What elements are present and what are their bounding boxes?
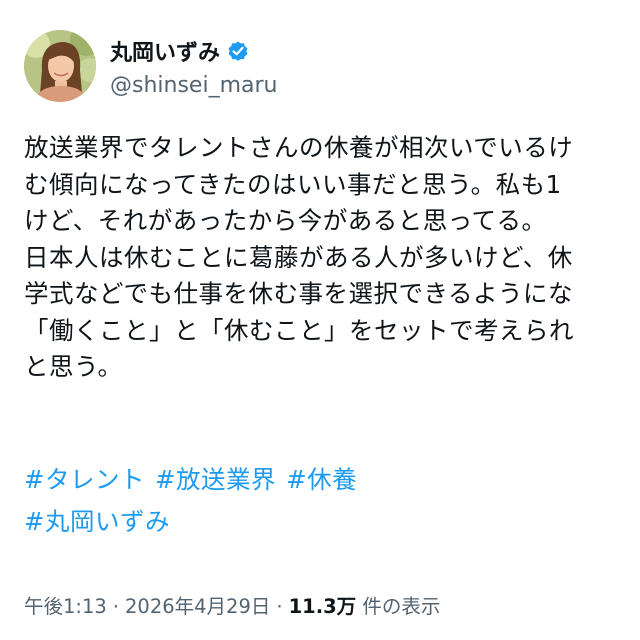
tweet-line: 放送業界でタレントさんの休養が相次いでいるけ [24, 133, 574, 162]
hashtag-link[interactable]: #放送業界 [155, 465, 276, 494]
tweet-meta: 午後1:13 · 2026年4月29日 · 11.3万 件の表示 [24, 590, 440, 619]
tweet-line: 「働くこと」と「休むこと」をセットで考えられ [24, 315, 574, 345]
author-handle[interactable]: @shinsei_maru [110, 73, 277, 98]
tweet-line: 学式などでも仕事を休む事を選択できるようにな [24, 279, 574, 308]
avatar[interactable] [24, 30, 96, 102]
tweet-time[interactable]: 午後1:13 [24, 595, 107, 618]
tweet-line: けど、それがあったから今があると思ってる。 [24, 206, 547, 235]
author-names: 丸岡いずみ @shinsei_maru [110, 35, 277, 98]
tweet-line: む傾向になってきたのはいい事だと思う。私も1 [24, 169, 562, 199]
hashtag-row: #タレント #放送業界 #休養 [24, 459, 640, 501]
hashtag-link[interactable]: #休養 [286, 465, 357, 494]
meta-separator: · [276, 595, 283, 618]
tweet-line: 日本人は休むことに葛藤がある人が多いけど、休 [24, 242, 573, 272]
tweet-date[interactable]: 2026年4月29日 [125, 595, 270, 618]
display-name-row: 丸岡いずみ [110, 35, 277, 67]
hashtag-row: #丸岡いずみ [24, 501, 640, 543]
meta-separator: · [112, 595, 119, 618]
verified-badge-icon [228, 41, 248, 61]
tweet-card: 丸岡いずみ @shinsei_maru 放送業界でタレントさんの休養が相次いでい… [0, 0, 640, 640]
hashtag-link[interactable]: #タレント [24, 465, 145, 494]
author-display-name[interactable]: 丸岡いずみ [110, 35, 220, 67]
view-count: 11.3万 [288, 595, 357, 618]
tweet-text: 放送業界でタレントさんの休養が相次いでいるけ む傾向になってきたのはいい事だと思… [24, 130, 640, 543]
tweet-line: と思う。 [24, 352, 123, 381]
view-count-label: 件の表示 [362, 595, 441, 618]
tweet-header: 丸岡いずみ @shinsei_maru [24, 30, 277, 102]
hashtag-link[interactable]: #丸岡いずみ [24, 507, 170, 536]
